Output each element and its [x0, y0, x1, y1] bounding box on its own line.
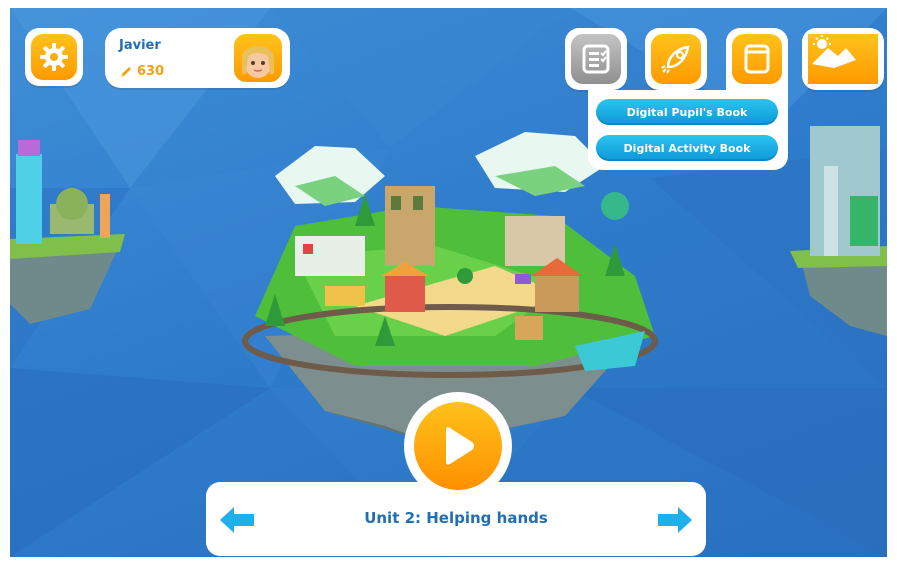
book-icon — [744, 44, 770, 74]
settings-tile — [25, 28, 83, 86]
pencil-icon — [121, 66, 131, 77]
rocket-tile — [645, 28, 707, 90]
play-button-ring — [404, 392, 512, 500]
checklist-tile — [565, 28, 627, 90]
digital-pupils-book-button[interactable]: Digital Pupil's Book — [596, 99, 778, 125]
checklist-button[interactable] — [571, 34, 621, 84]
right-island[interactable] — [790, 126, 887, 336]
avatar-face-icon — [242, 46, 274, 78]
left-island[interactable] — [10, 134, 130, 324]
checklist-icon — [582, 44, 610, 74]
player-name: Javier — [119, 38, 161, 53]
gear-icon — [40, 43, 68, 71]
rocket-button[interactable] — [651, 34, 701, 84]
play-button[interactable] — [414, 402, 502, 490]
settings-button[interactable] — [31, 34, 77, 80]
score-value: 630 — [137, 64, 165, 79]
world-button[interactable] — [808, 34, 878, 84]
game-world: Javier 630 Digital Pupil's Book Digital … — [10, 8, 887, 557]
book-button[interactable] — [732, 34, 782, 84]
book-menu: Digital Pupil's Book Digital Activity Bo… — [588, 90, 788, 170]
play-icon — [446, 427, 474, 465]
world-tile — [802, 28, 884, 90]
digital-activity-book-button[interactable]: Digital Activity Book — [596, 135, 778, 161]
unit-title: Unit 2: Helping hands — [364, 509, 548, 527]
player-profile[interactable]: Javier 630 — [105, 28, 290, 88]
rocket-icon — [661, 45, 690, 74]
player-score: 630 — [119, 64, 164, 79]
sun-mountain-icon — [812, 35, 856, 68]
arrow-right-icon[interactable] — [656, 505, 694, 535]
avatar[interactable] — [234, 34, 282, 82]
